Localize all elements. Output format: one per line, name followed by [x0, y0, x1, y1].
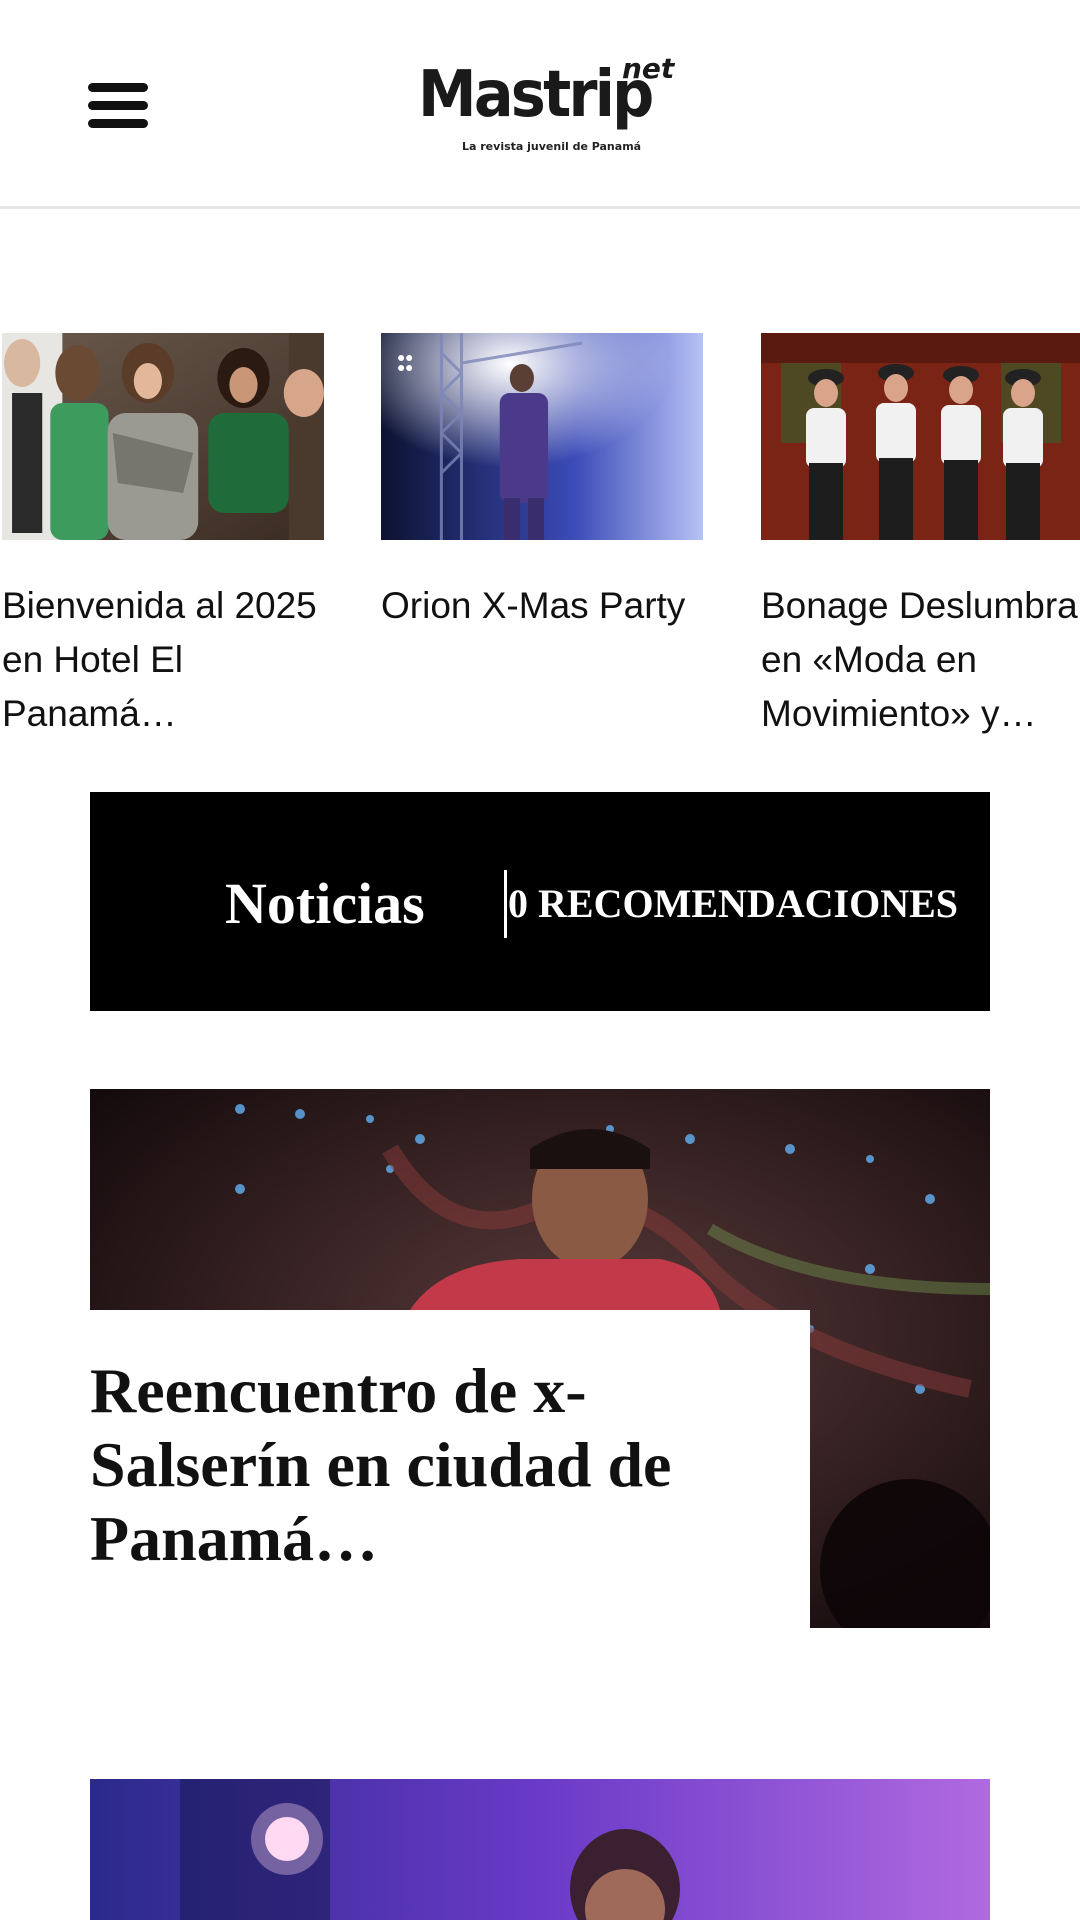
- carousel-item[interactable]: Bonage Deslumbra en «Moda en Movimiento»…: [761, 333, 1080, 803]
- site-header: Mastrip net La revista juvenil de Panamá: [0, 0, 1080, 209]
- news-section-bar: Noticias 0 RECOMENDACIONES: [90, 792, 990, 1011]
- logo-wordmark: Mastrip: [418, 58, 654, 132]
- article-image-concert[interactable]: [90, 1779, 990, 1920]
- carousel-title[interactable]: Bonage Deslumbra en «Moda en Movimiento»…: [761, 579, 1080, 741]
- recommendations-count[interactable]: 0 RECOMENDACIONES: [508, 880, 958, 927]
- carousel-item[interactable]: Bienvenida al 2025 en Hotel El Panamá…: [2, 333, 324, 803]
- section-label[interactable]: Noticias: [225, 870, 425, 937]
- logo-suffix: net: [622, 52, 675, 85]
- logo-tagline: La revista juvenil de Panamá: [462, 140, 642, 153]
- carousel-image-fashion[interactable]: [761, 333, 1080, 540]
- carousel-image-concert[interactable]: [381, 333, 703, 540]
- featured-article-card: Reencuentro de x-Salserín en ciudad de P…: [90, 1310, 810, 1628]
- menu-bar-bottom: [88, 119, 148, 128]
- featured-article-title[interactable]: Reencuentro de x-Salserín en ciudad de P…: [90, 1354, 750, 1576]
- menu-bar-top: [88, 83, 148, 92]
- carousel-title[interactable]: Orion X-Mas Party: [381, 579, 703, 633]
- hamburger-menu-icon[interactable]: [88, 83, 148, 129]
- site-logo[interactable]: Mastrip net La revista juvenil de Panamá: [418, 52, 674, 158]
- section-divider: [504, 870, 507, 938]
- featured-article[interactable]: Reencuentro de x-Salserín en ciudad de P…: [90, 1089, 990, 1628]
- carousel-title[interactable]: Bienvenida al 2025 en Hotel El Panamá…: [2, 579, 324, 741]
- carousel-item[interactable]: Orion X-Mas Party: [381, 333, 703, 683]
- article-image[interactable]: [90, 1779, 990, 1920]
- carousel-image-party[interactable]: [2, 333, 324, 540]
- menu-bar-middle: [88, 101, 148, 110]
